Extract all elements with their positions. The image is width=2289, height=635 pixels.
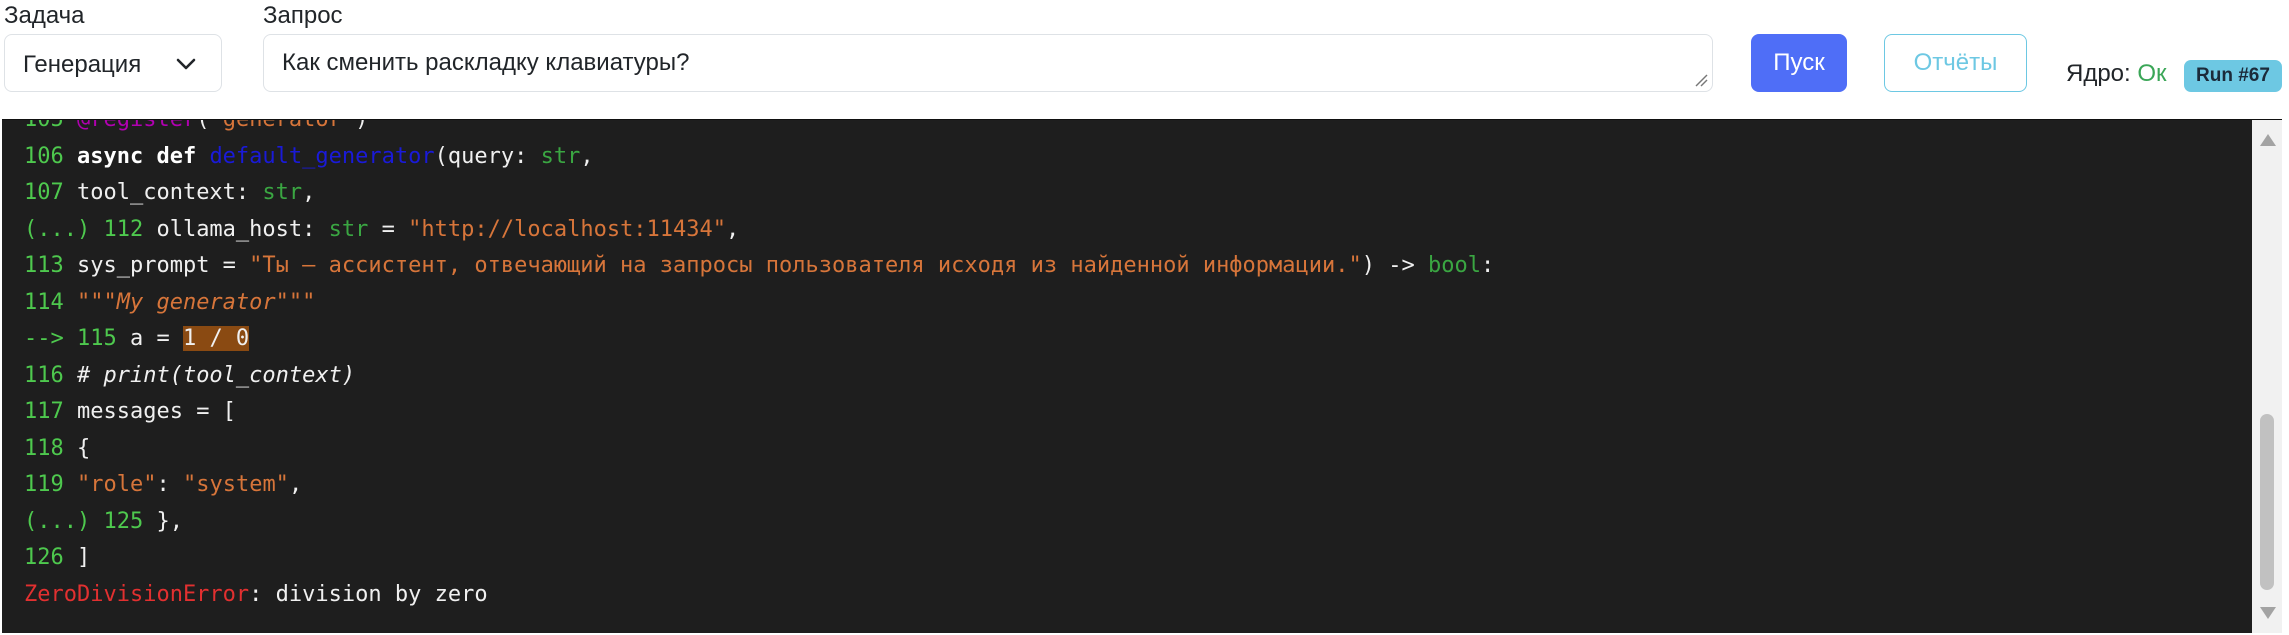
code-line: 105 @register("generator") — [24, 119, 1494, 139]
code-token: , — [302, 180, 316, 205]
code-token: "generator" — [209, 119, 356, 132]
toolbar: Задача Запрос Генерация Пуск Отчёты Ядро… — [0, 0, 2289, 118]
code-line: 119 "role": "system", — [24, 467, 1494, 504]
code-token: str — [262, 180, 303, 205]
code-token: { — [76, 435, 91, 461]
code-token: ollama_host: — [156, 216, 329, 242]
code-token: """My generator""" — [76, 289, 316, 315]
code-line: 126 ] — [24, 540, 1494, 577]
code-line: --> 115 a = 1 / 0 — [24, 321, 1494, 358]
code-line: 107 tool_context: str, — [24, 175, 1494, 212]
line-number: 106 — [24, 143, 77, 169]
line-number: 116 — [24, 362, 77, 388]
code-token: a = — [129, 326, 183, 351]
code-token: ) -> — [1361, 253, 1428, 278]
code-token: "system" — [182, 472, 289, 497]
line-number: 114 — [24, 289, 77, 315]
scroll-down-icon[interactable] — [2260, 607, 2276, 619]
code-token: ( — [196, 119, 210, 132]
scroll-up-icon[interactable] — [2260, 134, 2276, 146]
kernel-status-value: Ок — [2137, 60, 2167, 87]
line-number: 113 — [24, 253, 77, 278]
task-select-value: Генерация — [23, 51, 142, 78]
kernel-label: Ядро: — [2066, 60, 2131, 87]
code-line: 106 async def default_generator(query: s… — [24, 139, 1494, 176]
code-token: 1 / 0 — [182, 326, 250, 351]
code-line: ZeroDivisionError: division by zero — [24, 577, 1494, 614]
task-select[interactable]: Генерация — [4, 34, 222, 92]
code-line: (...) 125 }, — [24, 504, 1494, 541]
code-token: : — [1480, 253, 1495, 278]
code-token: sys_prompt = — [76, 253, 250, 278]
output-console[interactable]: 105 @register("generator") 106 async def … — [2, 119, 2282, 633]
code-token: , — [288, 472, 303, 497]
code-line: 117 messages = [ — [24, 394, 1494, 431]
error-type: ZeroDivisionError — [24, 581, 250, 607]
code-token: "Ты — ассистент, отвечающий на запросы п… — [249, 253, 1362, 278]
code-line: (...) 112 ollama_host: str = "http://loc… — [24, 212, 1494, 249]
code-token: ) — [355, 119, 369, 132]
query-label: Запрос — [263, 2, 343, 29]
code-token: "role" — [76, 472, 157, 497]
code-line: 118 { — [24, 431, 1494, 468]
console-scrollbar[interactable] — [2252, 120, 2282, 633]
line-number: 107 — [24, 180, 77, 205]
line-number: (...) 112 — [24, 216, 157, 242]
line-number: 105 — [24, 119, 77, 132]
code-token: "http://localhost:11434" — [408, 216, 727, 242]
line-number: --> 115 — [24, 326, 130, 351]
code-token: ] — [76, 545, 91, 570]
query-input-box[interactable] — [263, 34, 1713, 92]
run-button[interactable]: Пуск — [1751, 34, 1847, 92]
line-number: 126 — [24, 545, 77, 570]
line-number: 118 — [24, 435, 77, 461]
code-token: = — [368, 216, 409, 242]
code-token: @register — [76, 119, 197, 132]
run-badge: Run #67 — [2184, 60, 2282, 92]
code-line: 113 sys_prompt = "Ты — ассистент, отвеча… — [24, 248, 1494, 285]
kernel-status: Ядро: Ок — [2066, 60, 2167, 88]
code-token: , — [580, 143, 594, 169]
resize-grip-icon[interactable] — [1694, 73, 1708, 87]
code-token: , — [726, 216, 740, 242]
line-number: (...) 125 — [24, 508, 157, 534]
code-token: : — [156, 472, 183, 497]
code-token: (query: — [434, 143, 541, 169]
code-token: messages = [ — [76, 399, 236, 424]
code-token: : division by zero — [249, 581, 488, 607]
query-input[interactable] — [282, 49, 1682, 79]
code-token: bool — [1428, 253, 1481, 278]
code-token: tool_context: — [76, 180, 263, 205]
code-token: # print(tool_context) — [76, 362, 356, 388]
code-line: 116 # print(tool_context) — [24, 358, 1494, 395]
scroll-thumb[interactable] — [2260, 414, 2274, 590]
code-token: }, — [156, 508, 183, 534]
code-token: async def — [76, 143, 210, 169]
code-token: str — [328, 216, 369, 242]
code-line: 114 """My generator""" — [24, 285, 1494, 322]
reports-button[interactable]: Отчёты — [1884, 34, 2027, 92]
code-token: str — [540, 143, 581, 169]
line-number: 117 — [24, 399, 77, 424]
line-number: 119 — [24, 472, 77, 497]
code-token: default_generator — [209, 143, 435, 169]
chevron-down-icon — [176, 58, 196, 70]
traceback-code: 105 @register("generator") 106 async def … — [24, 119, 1494, 614]
task-label: Задача — [4, 2, 85, 29]
